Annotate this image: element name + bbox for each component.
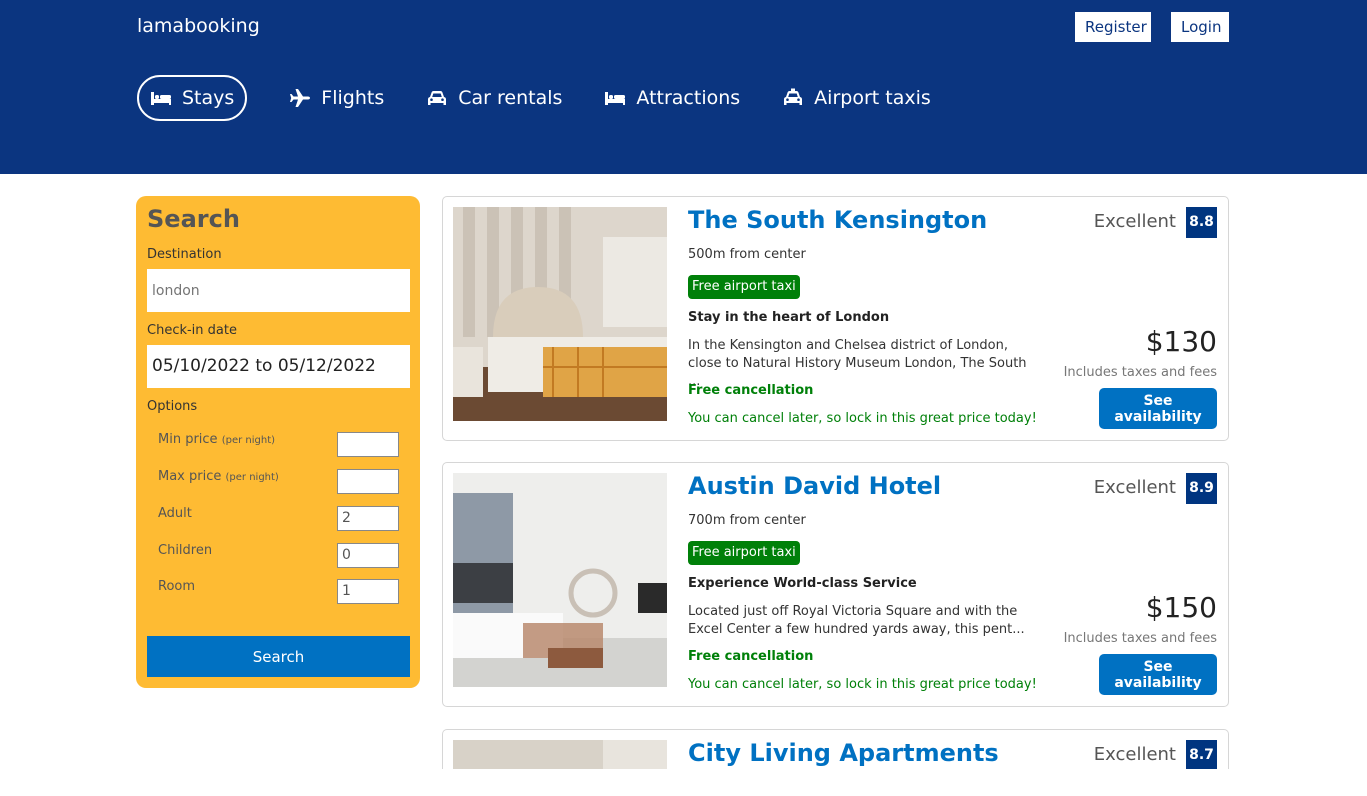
min-price-label: Min price (per night)	[158, 432, 276, 447]
rating-badge: 8.7	[1186, 740, 1217, 769]
options-label: Options	[147, 399, 198, 414]
room-input[interactable]: 1	[337, 579, 399, 604]
bed-icon	[605, 92, 626, 105]
children-input[interactable]: 0	[337, 543, 399, 568]
nav-label: Stays	[182, 87, 235, 109]
taxes-text: Includes taxes and fees	[1063, 631, 1217, 646]
cancel-text: Free cancellation	[688, 383, 814, 398]
search-title: Search	[147, 205, 240, 233]
login-button[interactable]: Login	[1171, 12, 1229, 42]
price: $150	[1145, 591, 1217, 624]
distance-text: 500m from center	[688, 247, 806, 262]
taxi-badge: Free airport taxi	[688, 275, 800, 299]
hotel-photo[interactable]	[453, 473, 667, 687]
nav-item-airport-taxis[interactable]: Airport taxis	[781, 75, 931, 121]
hotel-photo[interactable]	[453, 740, 667, 769]
taxi-icon	[784, 88, 803, 105]
hotel-description: Located just off Royal Victoria Square a…	[688, 604, 1025, 637]
register-button[interactable]: Register	[1075, 12, 1151, 42]
destination-label: Destination	[147, 247, 222, 262]
hotel-subtitle: Experience World-class Service	[688, 576, 917, 591]
price: $130	[1145, 325, 1217, 358]
cancel-subtext: You can cancel later, so lock in this gr…	[688, 411, 1037, 426]
rating-badge: 8.8	[1186, 207, 1217, 238]
room-label: Room	[158, 579, 196, 594]
plane-icon	[290, 89, 311, 107]
checkin-date-field[interactable]: 05/10/2022 to 05/12/2022	[147, 345, 410, 388]
rating-text: Excellent	[1093, 477, 1176, 498]
hotel-subtitle: Stay in the heart of London	[688, 310, 890, 325]
rating-badge: 8.9	[1186, 473, 1217, 504]
search-button[interactable]: Search	[147, 636, 410, 677]
result-card: The South Kensington 500m from center Fr…	[442, 196, 1229, 441]
result-card: Austin David Hotel 700m from center Free…	[442, 462, 1229, 707]
children-label: Children	[158, 543, 213, 558]
result-card: City Living Apartments Excellent 8.7	[442, 729, 1229, 769]
hotel-title[interactable]: Austin David Hotel	[688, 472, 941, 500]
adult-input[interactable]: 2	[337, 506, 399, 531]
adult-label: Adult	[158, 506, 192, 521]
hotel-photo[interactable]	[453, 207, 667, 421]
site-header: lamabooking Register Login Stays Flights…	[0, 0, 1367, 174]
hotel-title[interactable]: The South Kensington	[688, 206, 987, 234]
nav-item-flights[interactable]: Flights	[288, 75, 384, 121]
min-price-input[interactable]	[337, 432, 399, 457]
see-availability-button[interactable]: See availability	[1099, 654, 1217, 695]
main-nav: Stays Flights Car rentals Attractions Ai…	[137, 75, 972, 121]
checkin-label: Check-in date	[147, 323, 237, 338]
nav-label: Car rentals	[458, 87, 563, 109]
nav-item-attractions[interactable]: Attractions	[603, 75, 740, 121]
max-price-input[interactable]	[337, 469, 399, 494]
nav-label: Airport taxis	[814, 87, 931, 109]
nav-item-stays[interactable]: Stays	[137, 75, 248, 121]
see-availability-button[interactable]: See availability	[1099, 388, 1217, 429]
distance-text: 700m from center	[688, 513, 806, 528]
destination-input[interactable]	[147, 269, 410, 312]
max-price-label: Max price (per night)	[158, 469, 279, 484]
bed-icon	[151, 92, 171, 105]
taxi-badge: Free airport taxi	[688, 541, 800, 565]
rating-text: Excellent	[1093, 744, 1176, 765]
rating-text: Excellent	[1093, 211, 1176, 232]
hotel-title[interactable]: City Living Apartments	[688, 739, 999, 767]
logo[interactable]: lamabooking	[137, 15, 260, 37]
cancel-text: Free cancellation	[688, 649, 814, 664]
nav-label: Flights	[321, 87, 385, 109]
taxes-text: Includes taxes and fees	[1063, 365, 1217, 380]
car-icon	[428, 91, 447, 105]
cancel-subtext: You can cancel later, so lock in this gr…	[688, 677, 1037, 692]
nav-item-car-rentals[interactable]: Car rentals	[425, 75, 562, 121]
nav-label: Attractions	[636, 87, 741, 109]
